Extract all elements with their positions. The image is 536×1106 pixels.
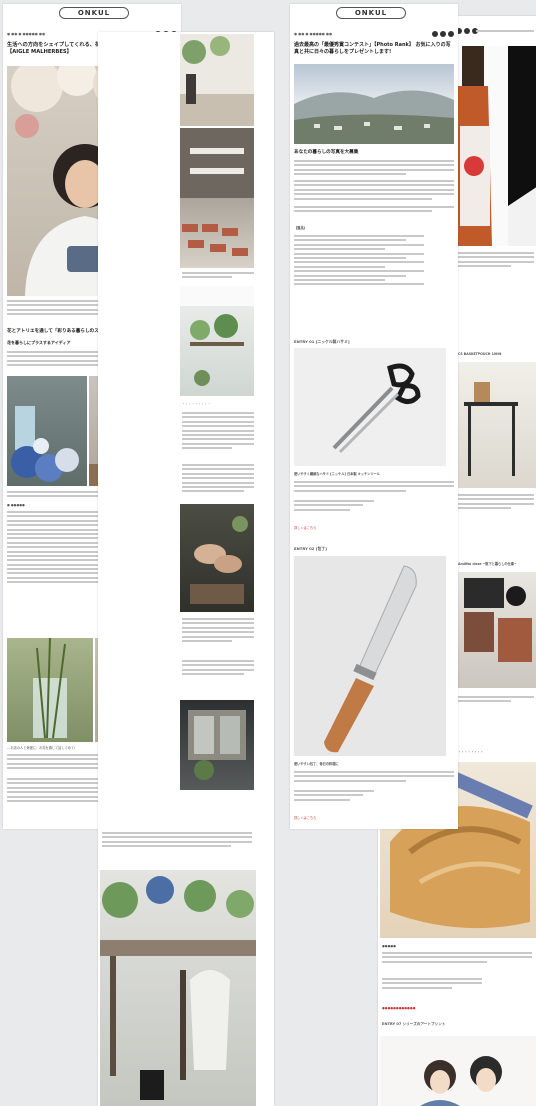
studio-table-photo [100, 870, 256, 1106]
product-caption: 使いやすく繊細なハサミ [ニッケル] 日本製 キッチンツール [294, 472, 380, 476]
brick-photo [180, 128, 254, 268]
body-text [458, 494, 534, 512]
share-icon[interactable] [440, 31, 446, 37]
entry-label: ENTRY 07 シリーズのアートプリント [382, 1022, 446, 1026]
section-marker: ● ●●●●● [7, 503, 25, 507]
goods-photo [458, 572, 536, 688]
article-sheet-2: ・・・・・・・・・ [98, 32, 274, 1106]
body-text [102, 832, 252, 850]
shop-interior-photo [180, 286, 254, 396]
list-heading: 【賞品】 [294, 226, 307, 230]
body-text [382, 952, 532, 965]
body-text [458, 252, 534, 270]
brand-logo[interactable]: ONKUL [59, 7, 129, 19]
article-meta: ● ●● ● ●●●●● ●● [294, 32, 333, 36]
vase-photo [7, 638, 93, 742]
brand-logo[interactable]: ONKUL [336, 7, 406, 19]
body-text [182, 464, 254, 495]
landscape-photo [294, 64, 454, 144]
article-sheet-4: ONKUL ● ●● ● ●●●●● ●● 過去最高の「最優秀賞コンテスト」【P… [290, 4, 458, 829]
body-text [458, 696, 534, 705]
item-title: ・・・・・・・・ [458, 750, 484, 754]
section-heading: あなたの暮らしの写真を大募集 [294, 150, 359, 155]
body-text [294, 771, 454, 784]
body-text [182, 660, 254, 678]
share-icons[interactable] [432, 31, 454, 37]
shop-front-photo [180, 700, 254, 790]
article-title: 過去最高の「最優秀賞コンテスト」【Photo Rank】 お気に入りの写真と共に… [294, 42, 451, 55]
detail-link[interactable]: 詳しくはこちら [294, 816, 316, 821]
florist-photo-left [7, 376, 87, 486]
bottle-photo [458, 46, 536, 246]
body-text [294, 180, 454, 202]
body-text [294, 206, 454, 215]
detail-link[interactable]: 詳しくはこちら [294, 526, 316, 531]
spec-list [294, 790, 374, 803]
body-text [182, 618, 254, 644]
table-photo [458, 362, 536, 488]
body-text [182, 272, 254, 281]
interior-photo-top [180, 34, 254, 126]
body-text [294, 160, 454, 178]
body-text [294, 481, 454, 494]
article-meta: ● ●● ● ●●●●● ●● [7, 32, 46, 36]
entry-label: ENTRY 02 [包丁] [294, 546, 327, 551]
photo-caption: ・・・・・・・・・ [182, 402, 211, 406]
product-caption: 使いやすい包丁、毎日の料理に [294, 762, 339, 766]
item-title: Amiitto clase ~靴下と暮らしの仕事~ [458, 562, 517, 566]
share-icon[interactable] [464, 28, 470, 34]
item-title: ●●●●● [382, 944, 396, 948]
list-text [382, 978, 482, 991]
share-icon[interactable] [448, 31, 454, 37]
body-text [182, 412, 254, 452]
share-icons[interactable] [456, 28, 478, 34]
entry-label: ENTRY 01 [ニッケル製ハサミ] [294, 339, 350, 344]
illustration-photo [380, 1036, 536, 1106]
prize-list [294, 235, 424, 288]
share-icon[interactable] [432, 31, 438, 37]
scissors-product-photo [294, 348, 446, 466]
hands-photo [180, 504, 254, 612]
body-text [476, 30, 534, 34]
item-link[interactable]: ●●●●●●●●●●●● [382, 1006, 415, 1011]
knife-product-photo [294, 556, 446, 756]
spec-list [294, 500, 374, 513]
item-title: CS BASKETPOUCH 10Hit [458, 352, 502, 356]
